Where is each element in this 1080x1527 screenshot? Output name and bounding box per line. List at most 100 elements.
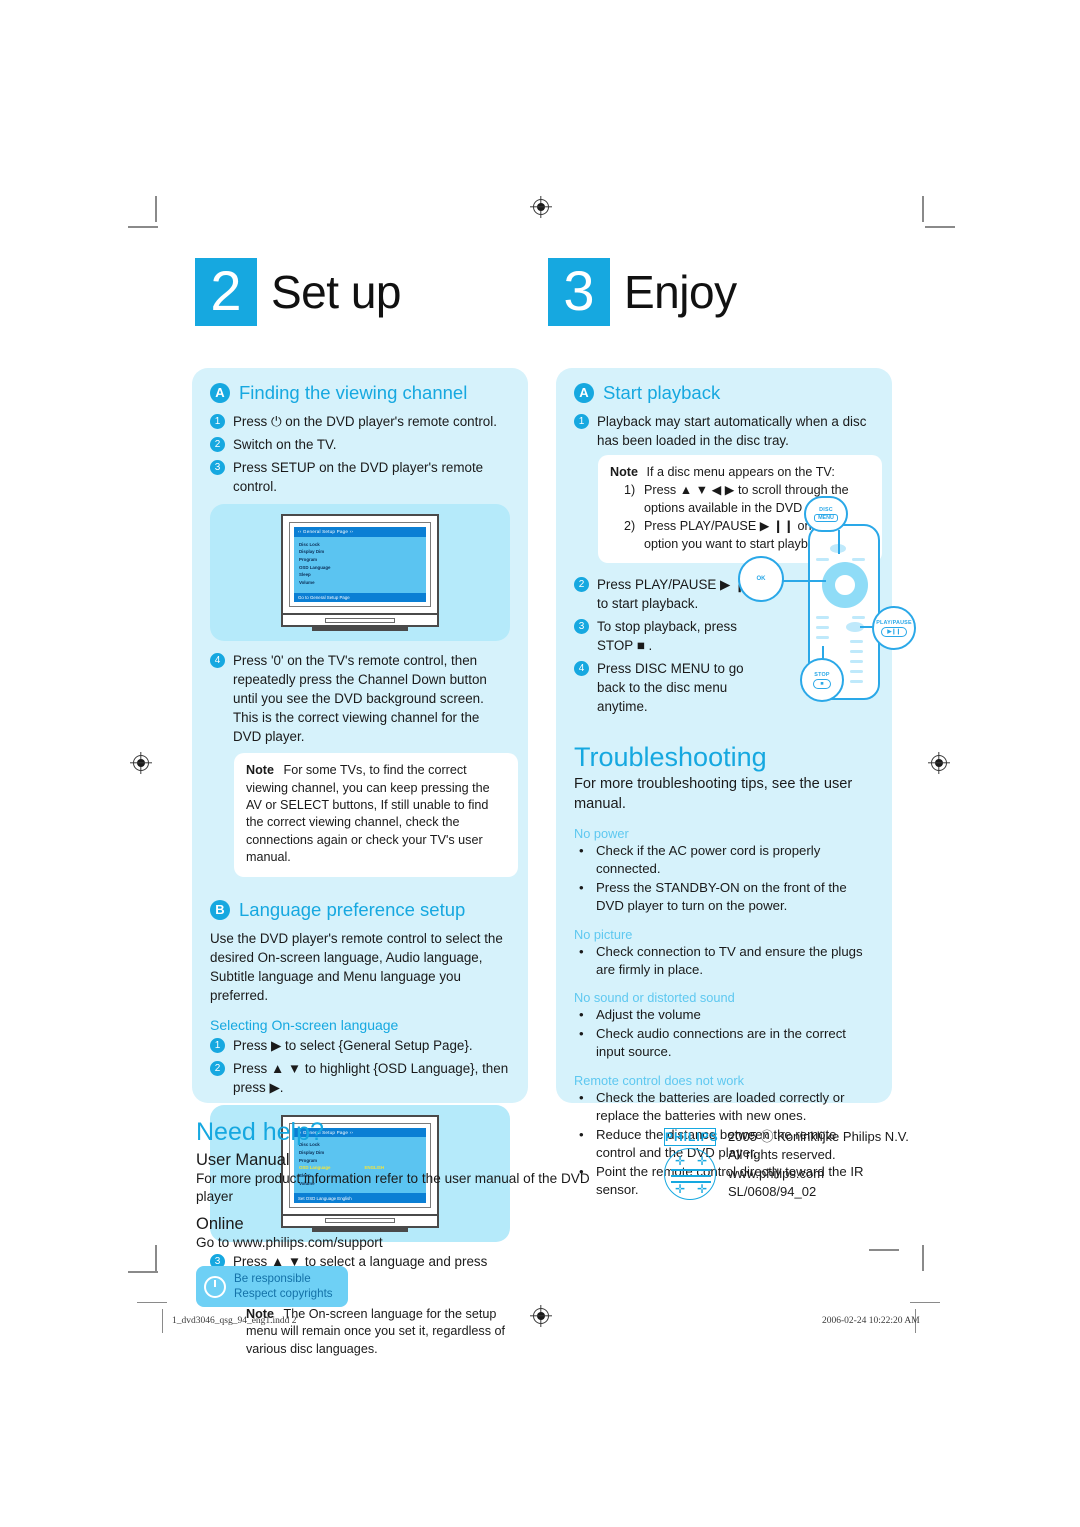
tv-stand-1: [312, 627, 408, 632]
note-sub-label: 1): [624, 483, 636, 498]
play-step-bullet-2: 2: [574, 576, 589, 592]
osd-item: Disc Lock: [299, 541, 320, 547]
list-item: • Check audio connections are in the corr…: [574, 1025, 874, 1062]
copyright-line-3[interactable]: www.philips.com: [728, 1165, 909, 1183]
troubleshooting-item: Check audio connections are in the corre…: [596, 1025, 846, 1060]
step-2-title: Set up: [271, 266, 402, 318]
osd-item: Sleep: [299, 572, 311, 578]
bullet-dot: •: [579, 1025, 584, 1041]
callout-disc-menu-label-2: MENU: [814, 513, 838, 522]
osd-item: OSD Language: [299, 564, 331, 570]
note-intro: If a disc menu appears on the TV:: [646, 465, 835, 480]
step-bullet-4: 4: [210, 653, 225, 669]
list-item: 1 Playback may start automatically when …: [574, 412, 874, 450]
troubleshooting-item: Check connection to TV and ensure the pl…: [596, 943, 863, 977]
remote-key: [850, 680, 863, 683]
play-step-text-4: Press DISC MENU to go back to the disc m…: [597, 661, 744, 715]
step-3-number: 3: [548, 258, 610, 326]
be-responsible-badge: Be responsible Respect copyrights: [196, 1266, 348, 1307]
crop-mark-top-right-h: [925, 226, 955, 228]
remote-key: [852, 616, 865, 619]
remote-key: [850, 660, 863, 663]
callout-stop: STOP ■: [800, 658, 844, 702]
registration-mark-top: [530, 196, 552, 218]
step-bullet-b1: 1: [210, 1037, 225, 1053]
play-pause-icon: ▶❙❙: [881, 626, 907, 637]
list-item: 2 Switch on the TV.: [210, 435, 510, 454]
note-label: Note: [610, 465, 638, 480]
tv-base-1: [281, 615, 439, 628]
troubleshooting-title: Troubleshooting: [574, 742, 767, 773]
be-responsible-text: Be responsible Respect copyrights: [234, 1272, 333, 1301]
disc-slot-icon: [325, 617, 395, 623]
osd-title-1: ‹‹ General Setup Page ››: [294, 527, 426, 537]
troubleshooting-subtitle: For more troubleshooting tips, see the u…: [574, 776, 853, 812]
remote-key: [816, 636, 829, 639]
section-b-subheading: Selecting On-screen language: [210, 1016, 399, 1033]
step-text-3: Press SETUP on the DVD player's remote c…: [233, 460, 484, 495]
list-item: 1 Press ▶ to select {General Setup Page}…: [210, 1036, 510, 1055]
troubleshooting-item: Check the batteries are loaded correctly…: [596, 1089, 845, 1124]
play-step-bullet-1: 1: [574, 414, 589, 429]
footer-filename: 1_dvd3046_qsg_94_eng1.indd 2: [172, 1316, 297, 1326]
need-help-title: Need help?: [196, 1118, 324, 1146]
crop-mark-bottom-left-h: [128, 1271, 158, 1273]
section-a-right-title: Start playback: [603, 382, 721, 403]
bullet-dot: •: [579, 943, 584, 959]
step-bullet-2: 2: [210, 437, 225, 453]
copyright-line-1: 2005 ⓒ Koninklijke Philips N.V.: [728, 1129, 909, 1144]
step-text-b1: Press ▶ to select {General Setup Page}.: [233, 1037, 473, 1053]
list-item: 3 To stop playback, press STOP ■ .: [574, 617, 770, 655]
remote-key: [850, 670, 863, 673]
callout-stop-label: STOP: [814, 671, 830, 678]
osd-item: Display Dim: [299, 549, 325, 555]
list-item: • Press the STANDBY-ON on the front of th…: [574, 879, 874, 916]
troubleshooting-category: No power: [574, 825, 629, 841]
registration-mark-bottom: [530, 1305, 552, 1327]
crop-mark-bottom-right-v: [922, 1245, 924, 1271]
step-2-number: 2: [195, 258, 257, 326]
badge-line-2: Respect copyrights: [234, 1286, 333, 1300]
step-bullet-3: 3: [210, 460, 225, 476]
online-text[interactable]: Go to www.philips.com/support: [196, 1234, 626, 1252]
footer-timestamp: 2006-02-24 10:22:20 AM: [822, 1316, 920, 1326]
power-icon: [204, 1275, 226, 1298]
section-a-left-header: A Finding the viewing channel: [210, 382, 510, 404]
step-3-heading: 3 Enjoy: [548, 258, 737, 326]
callout-navigation: OK: [738, 556, 784, 602]
crop-mark-top-left-v: [155, 196, 157, 222]
footer-rule-right: [910, 1302, 940, 1304]
crop-mark-bottom-left-v: [155, 1245, 157, 1271]
osd-item: Volume: [299, 580, 315, 586]
list-item: 4 Press DISC MENU to go back to the disc…: [574, 659, 770, 716]
registration-mark-left: [130, 752, 152, 774]
list-item: 2 Press ▲ ▼ to highlight {OSD Language},…: [210, 1059, 510, 1097]
right-panel: A Start playback 1 Playback may start au…: [556, 368, 892, 1197]
step-text-1: Press ⏻ on the DVD player's remote contr…: [233, 414, 497, 429]
philips-wordmark: PHILIPS: [664, 1128, 719, 1146]
badge-line-1: Be responsible: [234, 1272, 311, 1286]
remote-key: [816, 558, 829, 561]
callout-disc-menu: DISC MENU: [804, 496, 848, 532]
note-box-viewing-channel: Note For some TVs, to find the correct v…: [234, 753, 518, 877]
philips-logo: PHILIPS ✛ ✛ ✛ ✛: [664, 1128, 719, 1202]
step-3-title: Enjoy: [624, 266, 737, 318]
section-b-intro: Use the DVD player's remote control to s…: [210, 930, 503, 1003]
remote-key: [816, 616, 829, 619]
remote-key: [850, 650, 863, 653]
section-a-right-badge: A: [574, 383, 594, 403]
callout-disc-menu-label-1: DISC: [819, 506, 833, 513]
note-box-osd-language: Note The On-screen language for the setu…: [234, 1296, 518, 1368]
play-step-text-3: To stop playback, press STOP ■ .: [597, 619, 737, 654]
list-item: 4 Press '0' on the TV's remote control, …: [210, 651, 510, 746]
callout-line-nav: [782, 580, 826, 582]
crop-mark-top-right-v: [922, 196, 924, 222]
section-a-left-title: Finding the viewing channel: [239, 382, 468, 403]
troubleshooting-item: Check if the AC power cord is properly c…: [596, 842, 821, 877]
list-item: 1 Press ⏻ on the DVD player's remote con…: [210, 412, 510, 431]
online-heading: Online: [196, 1215, 244, 1234]
list-item: • Check if the AC power cord is properly …: [574, 842, 874, 879]
philips-shield-icon: ✛ ✛ ✛ ✛: [664, 1148, 716, 1200]
footer-divider-left: [162, 1309, 164, 1333]
section-a-left-badge: A: [210, 383, 230, 403]
